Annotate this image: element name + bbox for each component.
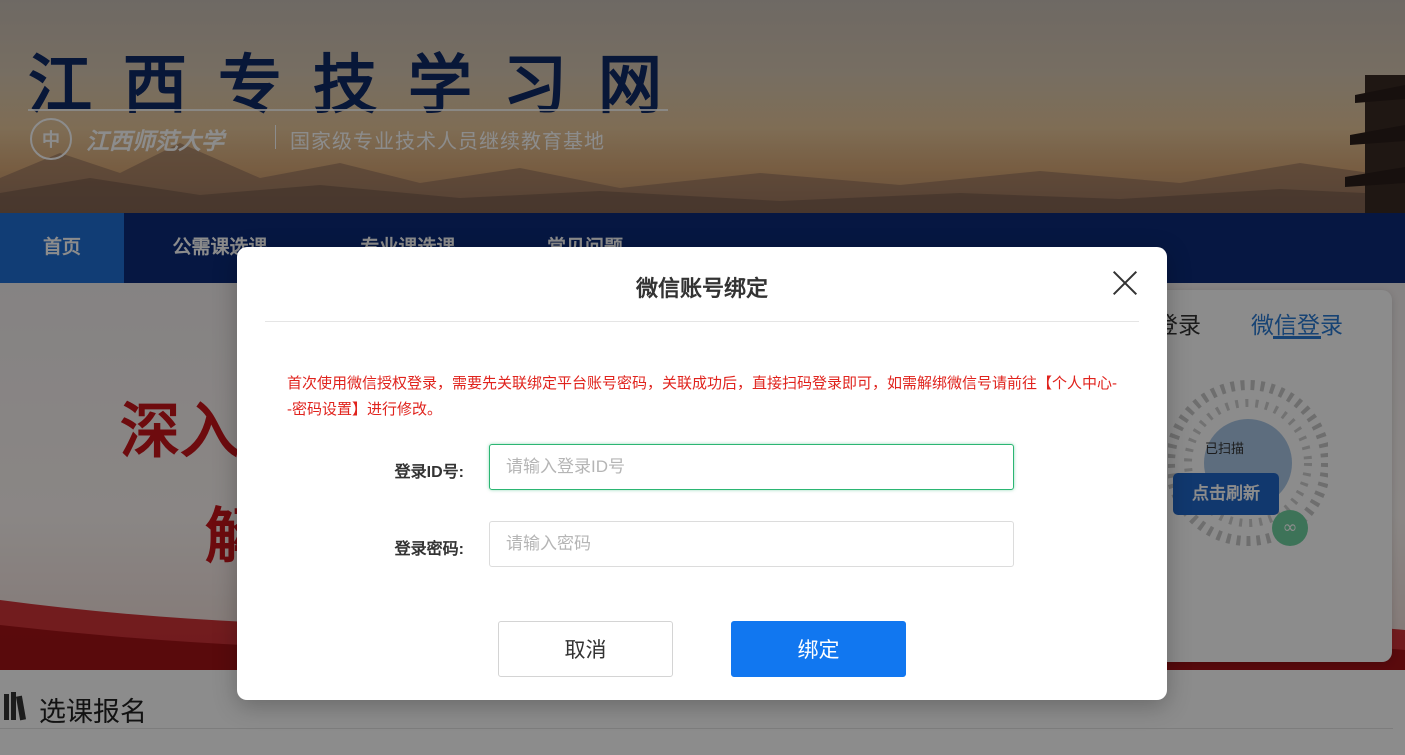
login-id-label: 登录ID号: <box>394 464 464 481</box>
dialog-title: 微信账号绑定 <box>635 276 768 301</box>
login-id-input[interactable] <box>489 444 1014 490</box>
binding-notice: 首次使用微信授权登录，需要先关联绑定平台账号密码，关联成功后，直接扫码登录即可，… <box>287 375 1118 418</box>
close-icon[interactable] <box>1111 269 1139 297</box>
dialog-divider <box>265 321 1139 322</box>
login-password-label: 登录密码: <box>394 541 464 558</box>
bind-button[interactable]: 绑定 <box>731 621 906 677</box>
login-password-input[interactable] <box>489 521 1014 567</box>
wechat-bind-dialog: 微信账号绑定 首次使用微信授权登录，需要先关联绑定平台账号密码，关联成功后，直接… <box>237 247 1167 700</box>
cancel-button[interactable]: 取消 <box>498 621 673 677</box>
